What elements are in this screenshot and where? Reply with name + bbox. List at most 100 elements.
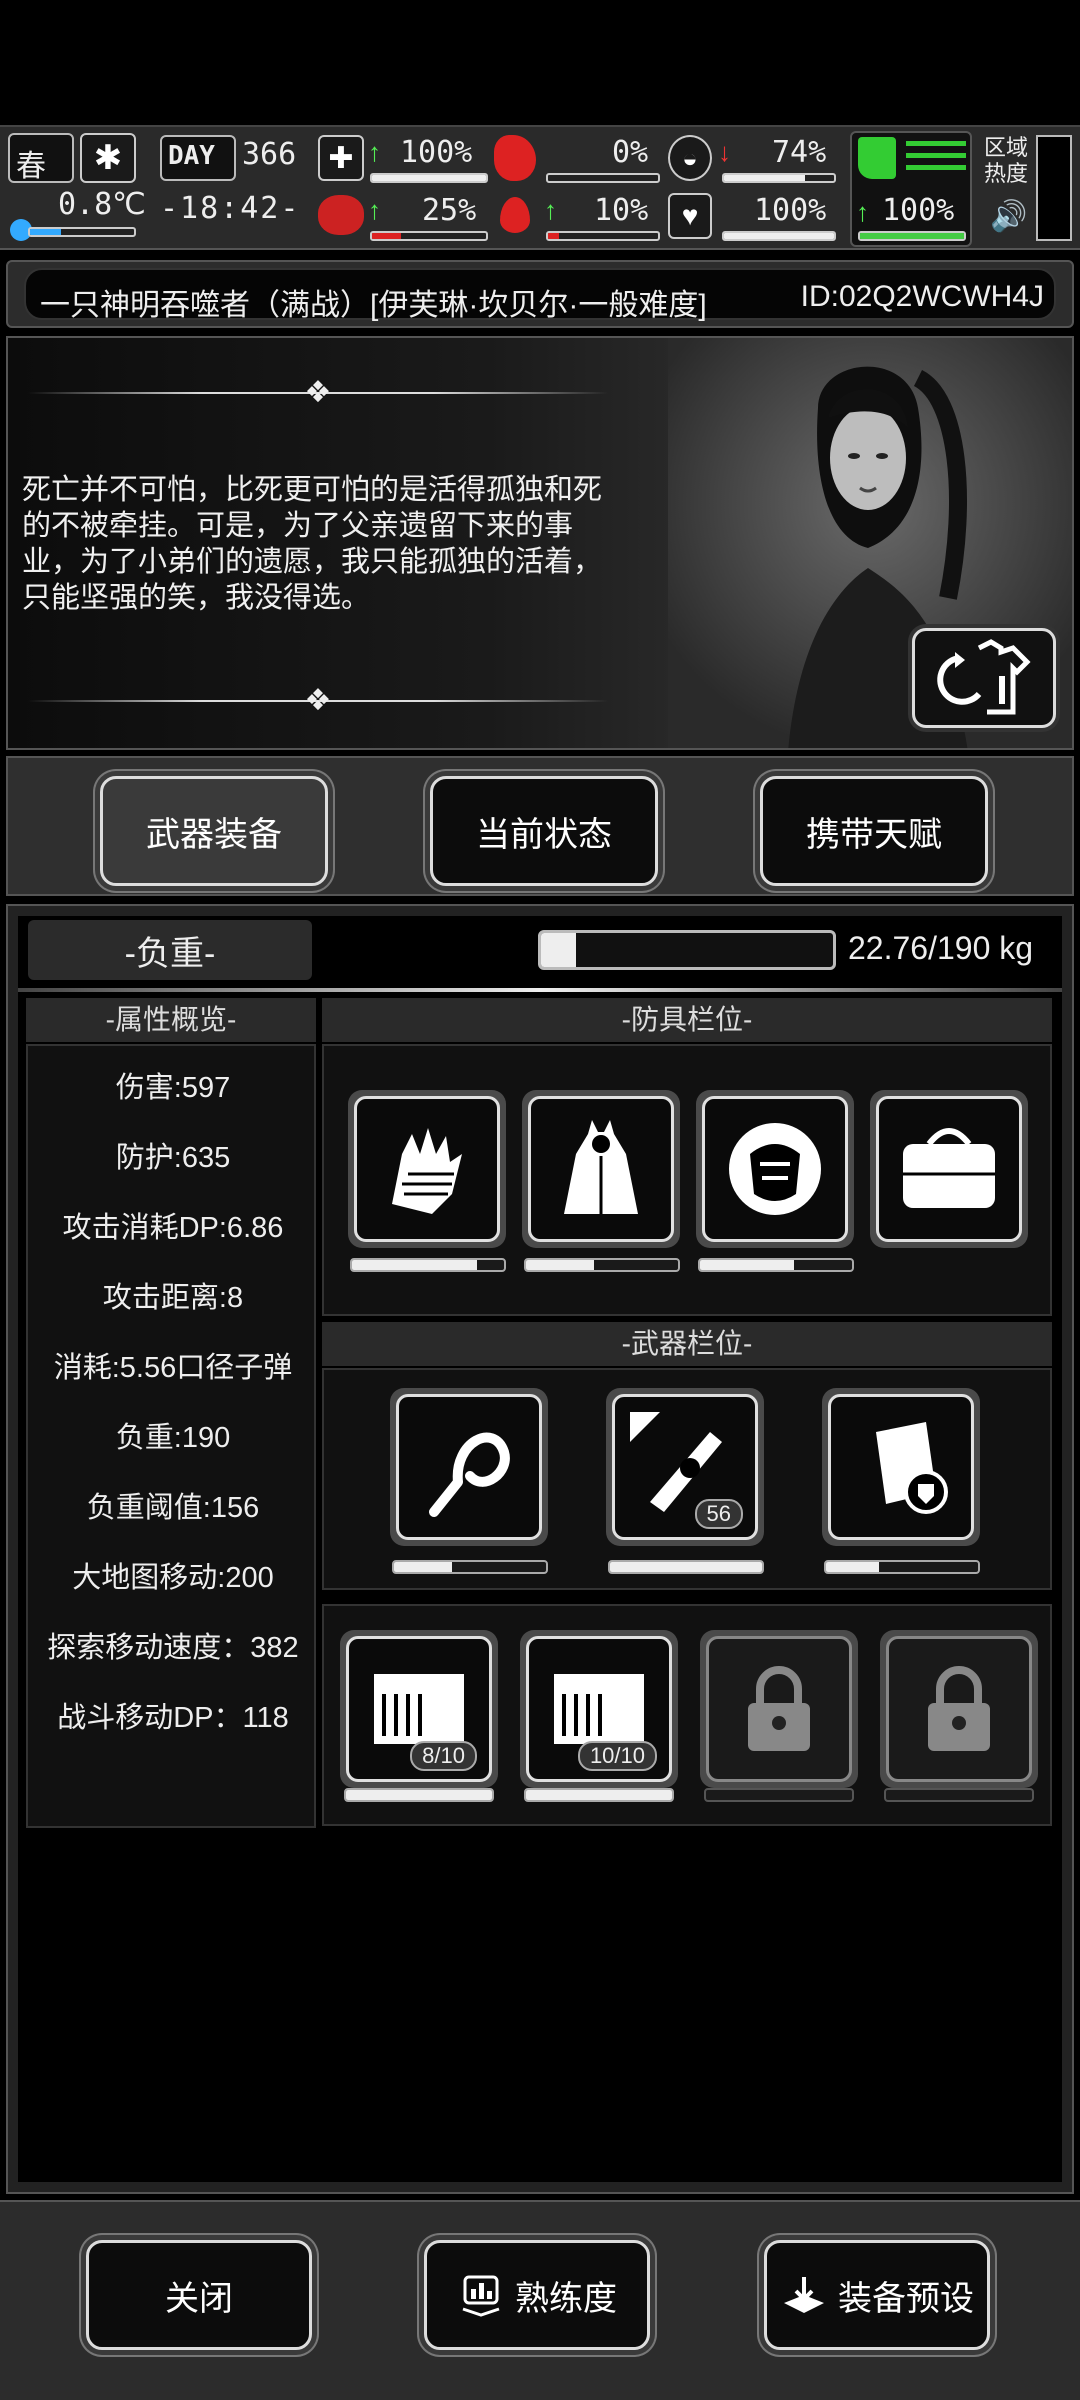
attr-defense: 防护:635 xyxy=(115,1142,231,1174)
attr-combat-move-dp: 战斗移动DP：118 xyxy=(57,1702,289,1734)
ammo-bar xyxy=(704,1788,854,1802)
weapon-slot-whip[interactable] xyxy=(390,1388,548,1546)
area-heat-meter xyxy=(1036,135,1072,241)
bag-icon xyxy=(903,1128,995,1208)
stat-mood[interactable]: ↑ 25% xyxy=(318,191,488,247)
ornament-top-icon: ❖ xyxy=(304,376,332,409)
temperature-bar xyxy=(28,227,136,237)
stat-thirst[interactable]: ↑ 10% xyxy=(494,191,660,247)
bladder-icon: ◒ xyxy=(668,135,712,181)
close-button[interactable]: 关闭 xyxy=(86,2240,312,2350)
lock-icon xyxy=(748,1666,810,1751)
character-title-bar: 一只神明吞噬者（满战）[伊芙琳·坎贝尔·一般难度] ID:02Q2WCWH4J xyxy=(6,260,1074,328)
character-id[interactable]: ID:02Q2WCWH4J xyxy=(801,280,1044,314)
trend-down-icon: ↓ xyxy=(718,137,731,167)
trend-up-icon: ↑ xyxy=(368,137,381,167)
durability-fill xyxy=(826,1562,880,1572)
tab-carried-talents[interactable]: 携带天赋 xyxy=(760,776,988,886)
day-badge: DAY xyxy=(160,135,236,181)
stat-bar xyxy=(722,173,836,183)
stat-bladder[interactable]: ◒ ↓ 74% xyxy=(668,133,840,189)
heart-icon: ♥ xyxy=(668,193,712,239)
stat-bar xyxy=(546,231,660,241)
stat-fill xyxy=(372,175,486,181)
armor-slot-plate[interactable] xyxy=(696,1090,854,1248)
load-bar xyxy=(538,930,836,970)
proficiency-button[interactable]: 熟练度 xyxy=(424,2240,650,2350)
attr-explore-speed: 探索移动速度：382 xyxy=(47,1632,299,1664)
close-button-label: 关闭 xyxy=(165,2279,233,2318)
ammo-count: 8/10 xyxy=(410,1741,477,1771)
game-time: -18:42- xyxy=(160,191,301,226)
ornament-bottom-icon: ❖ xyxy=(304,684,332,717)
armor-durability-bar xyxy=(698,1258,854,1272)
durability-fill xyxy=(394,1562,452,1572)
durability-fill xyxy=(610,1562,762,1572)
speaker-icon[interactable]: 🔊 xyxy=(990,199,1027,234)
area-heat[interactable]: 区域热度 🔊 xyxy=(980,133,1074,247)
armor-slot-gloves[interactable] xyxy=(348,1090,506,1248)
load-label: -负重- xyxy=(28,920,312,980)
durability-fill xyxy=(700,1260,795,1270)
attr-load: 负重:190 xyxy=(115,1422,231,1454)
hooded-coat-icon xyxy=(564,1120,638,1214)
weapon-slot-gun[interactable]: 56 xyxy=(606,1388,764,1546)
snowflake-icon[interactable]: ✱ xyxy=(80,133,136,183)
durability-fill xyxy=(346,1790,492,1800)
stat-bar xyxy=(370,231,488,241)
armor-durability-bar xyxy=(350,1258,506,1272)
ammo-bar xyxy=(524,1788,674,1802)
trend-up-icon: ↑ xyxy=(544,195,557,225)
stat-value: 0% xyxy=(612,135,649,170)
stat-health[interactable]: ✚ ↑ 100% xyxy=(318,133,488,189)
ammo-bar xyxy=(344,1788,494,1802)
load-value: 22.76/190 kg xyxy=(848,930,1034,966)
durability-fill xyxy=(526,1260,595,1270)
weapons-header: -武器栏位- xyxy=(322,1322,1052,1366)
stat-bar xyxy=(858,231,966,241)
armor-header: -防具栏位- xyxy=(322,998,1052,1042)
ammo-slot-1[interactable]: 8/10 xyxy=(340,1630,498,1788)
title-inner: 一只神明吞噬者（满战）[伊芙琳·坎贝尔·一般难度] ID:02Q2WCWH4J xyxy=(24,268,1056,322)
boot-icon xyxy=(858,137,896,179)
stat-heart[interactable]: ♥ 100% xyxy=(668,191,840,247)
durability-fill xyxy=(352,1260,477,1270)
attr-attack-dp: 攻击消耗DP:6.86 xyxy=(62,1212,284,1244)
change-outfit-button[interactable] xyxy=(912,628,1056,728)
outfit-swap-icon xyxy=(937,639,1031,715)
tab-weapons-equipment[interactable]: 武器装备 xyxy=(100,776,328,886)
load-bar-fill xyxy=(541,933,577,967)
stat-stamina[interactable]: ↑ 100% xyxy=(850,131,972,247)
ammo-slot-locked-2[interactable] xyxy=(880,1630,1038,1788)
ammo-count: 10/10 xyxy=(577,1741,657,1771)
weapon-slot-shield-kit[interactable] xyxy=(822,1388,980,1546)
ammo-slot-locked-1[interactable] xyxy=(700,1630,858,1788)
tab-bar: 武器装备 当前状态 携带天赋 xyxy=(6,756,1074,896)
armor-plate-icon xyxy=(729,1123,821,1215)
stat-fill xyxy=(724,175,806,181)
stat-value: 25% xyxy=(422,193,477,228)
armor-slot-bag[interactable] xyxy=(870,1090,1028,1248)
stat-bar xyxy=(546,173,660,183)
durability-fill xyxy=(526,1790,672,1800)
stat-hunger[interactable]: 0% xyxy=(494,133,660,189)
stat-bar xyxy=(370,173,488,183)
attr-map-move: 大地图移动:200 xyxy=(72,1562,274,1594)
whip-icon xyxy=(429,1432,510,1517)
equipment-preset-button[interactable]: 装备预设 xyxy=(764,2240,990,2350)
blood-drop-icon xyxy=(500,197,530,233)
ammo-slot-2[interactable]: 10/10 xyxy=(520,1630,678,1788)
gloves-icon xyxy=(392,1128,462,1214)
attributes-header: -属性概览- xyxy=(26,998,316,1042)
attributes-panel: 伤害:597 防护:635 攻击消耗DP:6.86 攻击距离:8 消耗:5.56… xyxy=(26,1044,316,1828)
armor-slot-coat[interactable] xyxy=(522,1090,680,1248)
area-heat-label: 区域热度 xyxy=(984,135,1029,186)
day-value: 366 xyxy=(242,137,297,172)
attr-damage: 伤害:597 xyxy=(115,1072,231,1104)
tab-current-status[interactable]: 当前状态 xyxy=(430,776,658,886)
stat-bar xyxy=(722,231,836,241)
attr-attack-range: 攻击距离:8 xyxy=(102,1282,244,1314)
status-bar: 春 ✱ 0.8℃ DAY 366 -18:42- ✚ ↑ 100% 0% ◒ ↓… xyxy=(0,125,1080,250)
trend-up-icon: ↑ xyxy=(368,195,381,225)
brain-icon xyxy=(318,195,364,235)
